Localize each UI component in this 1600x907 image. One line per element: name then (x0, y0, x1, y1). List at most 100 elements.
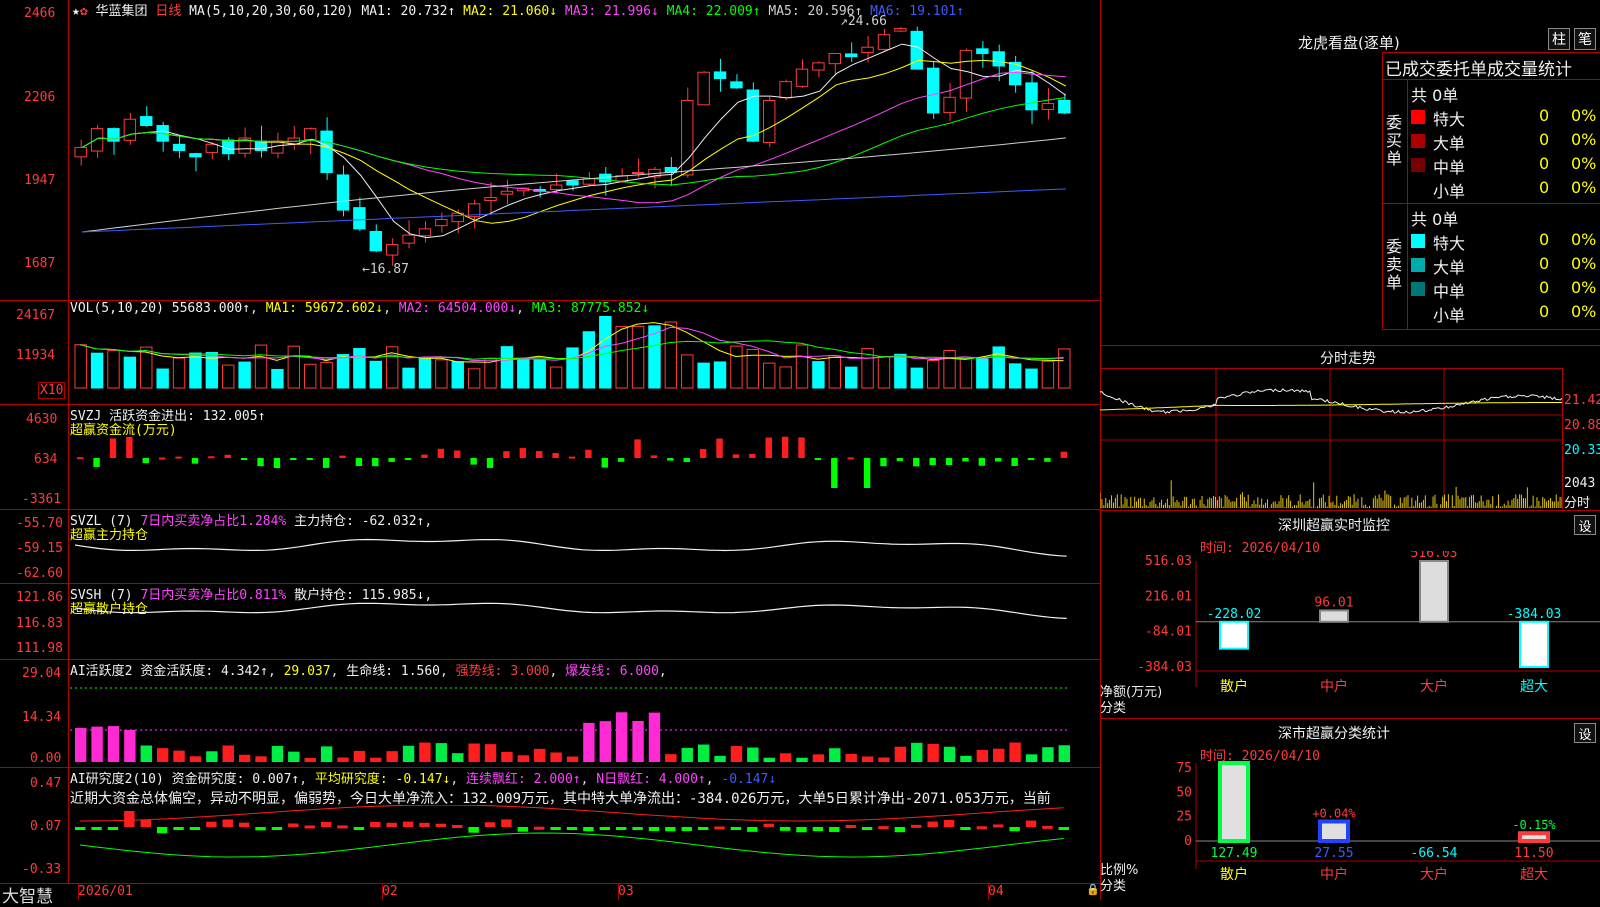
ai2-bars[interactable] (70, 805, 1100, 883)
fund-flow-bar (519, 448, 527, 458)
activity-bar (91, 726, 103, 762)
fund-flow-bar (831, 458, 838, 488)
volume-bar (1008, 363, 1022, 389)
volume-bar (615, 325, 628, 389)
activity-bar (960, 755, 972, 762)
candle-body (976, 48, 989, 54)
monitor-value-label: -384.03 (1507, 607, 1562, 622)
activity-bar (993, 748, 1005, 762)
activity-bar (648, 712, 661, 762)
volume-bar (664, 321, 678, 389)
candle-body (353, 207, 366, 230)
candle-body (697, 71, 710, 106)
intraday-avg-line (1100, 402, 1562, 411)
research-bar (173, 827, 184, 830)
monitor-y-tick: -84.01 (1145, 625, 1192, 640)
svzl-line[interactable] (70, 515, 1100, 585)
buy-name: 小单 (1433, 182, 1466, 201)
fund-flow-bar (257, 458, 264, 467)
research-bar (943, 819, 955, 827)
volume-bar (320, 361, 333, 389)
fund-flow-bar (945, 458, 953, 466)
sell-name: 小单 (1433, 306, 1466, 325)
classify-chart[interactable]: 75 50 25 0 127.49 散户 27.55 中户 -66.54 大户 11.50 超大 +0.… (1100, 759, 1600, 901)
activity-bar (534, 748, 546, 762)
research-bar (288, 823, 299, 827)
vol-value: 55683.000↑ (171, 301, 251, 316)
lock-icon[interactable]: 🔒 (1086, 883, 1100, 896)
buy-pct: 0% (1571, 154, 1597, 173)
monitor-settings-button[interactable]: 设 (1574, 515, 1596, 535)
buy-name: 特大 (1433, 110, 1466, 129)
intraday-chart[interactable] (1100, 368, 1562, 508)
monitor-bar (1319, 609, 1349, 623)
sell-side-divider (1407, 204, 1408, 330)
activity-bar (681, 747, 693, 762)
sell-count: 0 (1539, 230, 1550, 249)
fund-flow-bar (1060, 451, 1067, 458)
fund-flow-bar (240, 458, 248, 460)
volume-bar (844, 366, 858, 389)
candle-body (730, 81, 743, 89)
research-bar (1009, 827, 1020, 832)
vol-ytick-2: 11934 (16, 348, 56, 363)
bar-mode-button[interactable]: 柱 (1548, 28, 1570, 50)
activity-bar (730, 746, 743, 762)
volume-bar (894, 353, 907, 389)
candle-body (222, 139, 235, 155)
activity-bar (779, 753, 792, 762)
ai1-bars[interactable] (70, 670, 1100, 766)
research-bar (550, 827, 561, 830)
activity-bar (452, 753, 464, 762)
sell-name: 中单 (1433, 282, 1466, 301)
activity-bar (517, 755, 530, 762)
classify-pct-label: +0.04% (1312, 807, 1356, 821)
monitor-value-label: -228.02 (1207, 607, 1262, 622)
volume-bar (287, 345, 301, 389)
buy-color-swatch (1411, 110, 1425, 124)
research-bar (829, 827, 840, 832)
volume-bar (369, 360, 382, 389)
price-candles[interactable] (70, 0, 1100, 300)
x-tick-mar (618, 883, 619, 900)
intraday-panel[interactable]: 分时走势 21.42 20.88 20.33 2043 分时 (1100, 345, 1600, 511)
candle-body (369, 230, 382, 252)
main-chart-area[interactable]: ★✿ 华蓝集团 日线 MA(5,10,20,30,60,120) MA1: 20… (0, 0, 1101, 907)
volume-bar (992, 346, 1005, 389)
volume-bar (1025, 368, 1038, 389)
research-bar (730, 827, 742, 830)
activity-bar (566, 756, 579, 762)
vol-bars[interactable] (70, 316, 1100, 396)
ai2-ytick-1: 0.47 (30, 776, 62, 791)
svzj-bars[interactable] (70, 410, 1100, 506)
buy-color-swatch (1411, 182, 1425, 196)
candle-body (205, 143, 219, 153)
activity-bar (501, 751, 513, 762)
x-axis-border (0, 883, 1100, 884)
activity-bar (124, 729, 136, 762)
activity-bar (829, 748, 841, 762)
x-label-jan: 2026/01 (78, 884, 133, 899)
candle-body (90, 128, 104, 152)
buy-pct: 0% (1571, 178, 1597, 197)
buy-row: 大单 0 0% (1409, 130, 1600, 153)
activity-bar (370, 757, 382, 762)
activity-bar (173, 750, 185, 762)
sell-side-label: 委卖单 (1386, 237, 1403, 292)
sell-color-swatch (1411, 282, 1425, 296)
sell-pct: 0% (1571, 302, 1597, 321)
volume-bar (222, 364, 235, 389)
activity-bar (1009, 742, 1021, 762)
activity-bar (468, 743, 480, 762)
svsh-line[interactable] (70, 590, 1100, 660)
buy-row: 特大 0 0% (1409, 106, 1600, 129)
research-bar (615, 827, 627, 830)
tick-mode-button[interactable]: 笔 (1574, 28, 1596, 50)
monitor-chart[interactable]: 516.03 216.01 -84.01 -384.03 -228.02 散户 96.01 中… (1100, 551, 1600, 719)
volume-bar (107, 350, 120, 389)
ai2-text3: 连续飘红: 2.000↑ (466, 772, 581, 787)
classify-settings-button[interactable]: 设 (1574, 723, 1596, 743)
research-bar (993, 824, 1004, 828)
candle-body (779, 81, 792, 99)
buy-count: 0 (1539, 130, 1550, 149)
